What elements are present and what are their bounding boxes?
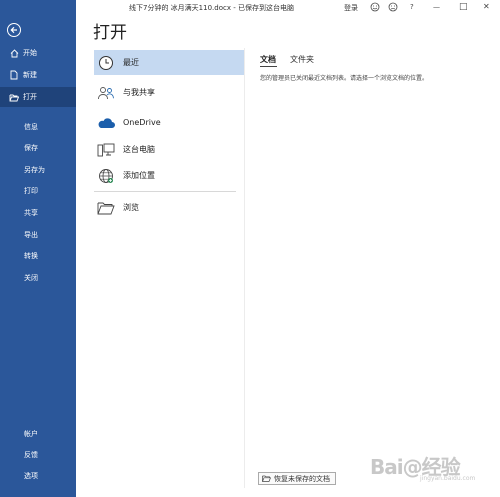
nav-item-home[interactable]: 开始 <box>0 43 76 63</box>
location-divider <box>94 191 236 192</box>
location-label: 这台电脑 <box>123 145 155 154</box>
home-icon <box>9 48 19 58</box>
nav-item-account[interactable]: 帐户 <box>0 424 76 444</box>
location-browse[interactable]: 浏览 <box>94 195 244 220</box>
cloud-icon <box>97 114 115 132</box>
nav-item-save[interactable]: 保存 <box>0 138 76 158</box>
title-bar: 线下7分钟的 冰月满天110.docx - 已保存到这台电脑 登录 ? — □ … <box>76 0 500 15</box>
nav-item-label: 打开 <box>23 93 37 101</box>
nav-item-close[interactable]: 关闭 <box>0 268 76 288</box>
location-this-pc[interactable]: 这台电脑 <box>94 137 244 162</box>
tab-folders[interactable]: 文件夹 <box>290 54 314 65</box>
frown-icon[interactable] <box>388 2 398 15</box>
nav-item-print[interactable]: 打印 <box>0 181 76 201</box>
minimize-icon[interactable]: — <box>433 2 440 12</box>
nav-item-export[interactable]: 导出 <box>0 225 76 245</box>
nav-item-info[interactable]: 信息 <box>0 117 76 137</box>
active-tab-indicator <box>260 66 277 67</box>
nav-item-open[interactable]: 打开 <box>0 87 76 107</box>
location-label: 添加位置 <box>123 171 155 180</box>
document-title: 线下7分钟的 冰月满天110.docx - 已保存到这台电脑 <box>129 4 294 12</box>
nav-item-label: 开始 <box>23 49 37 57</box>
tab-documents[interactable]: 文档 <box>260 54 276 65</box>
recent-disabled-message: 您的管理员已关闭最近文档列表。请选择一个浏览文档的位置。 <box>260 75 429 82</box>
nav-item-new[interactable]: 新建 <box>0 65 76 85</box>
folder-icon <box>97 199 115 217</box>
nav-item-feedback[interactable]: 反馈 <box>0 445 76 465</box>
login-link[interactable]: 登录 <box>344 3 358 13</box>
nav-item-save-as[interactable]: 另存为 <box>0 160 76 180</box>
recover-button-label: 恢复未保存的文档 <box>274 474 330 483</box>
clock-icon <box>97 54 115 72</box>
pane-divider <box>244 48 245 488</box>
computer-icon <box>97 141 115 159</box>
new-document-icon <box>9 70 19 80</box>
smiley-icon[interactable] <box>370 2 380 15</box>
nav-item-convert[interactable]: 转换 <box>0 246 76 266</box>
restore-icon[interactable]: □ <box>459 2 468 12</box>
nav-item-share[interactable]: 共享 <box>0 203 76 223</box>
nav-item-options[interactable]: 选项 <box>0 466 76 486</box>
help-icon[interactable]: ? <box>410 2 414 12</box>
location-label: 最近 <box>123 58 139 67</box>
shared-people-icon <box>97 84 115 102</box>
watermark-url: jingyan.baidu.com <box>420 475 476 482</box>
location-label: 浏览 <box>123 203 139 212</box>
location-shared[interactable]: 与我共享 <box>94 80 244 105</box>
back-arrow-icon[interactable] <box>7 23 21 37</box>
location-label: OneDrive <box>123 118 161 127</box>
folder-open-icon <box>9 92 19 102</box>
page-title: 打开 <box>93 23 127 43</box>
folder-icon <box>262 475 271 482</box>
recover-unsaved-button[interactable]: 恢复未保存的文档 <box>258 472 336 485</box>
location-add-place[interactable]: 添加位置 <box>94 163 244 188</box>
location-label: 与我共享 <box>123 88 155 97</box>
location-recent[interactable]: 最近 <box>94 50 244 75</box>
nav-item-label: 新建 <box>23 71 37 79</box>
location-onedrive[interactable]: OneDrive <box>94 110 244 135</box>
close-icon[interactable]: ✕ <box>483 2 490 12</box>
globe-icon <box>97 167 115 185</box>
backstage-nav: 开始 新建 打开 信息 保存 另存为 打印 共享 导出 转换 关闭 帐户 反馈 … <box>0 0 76 497</box>
